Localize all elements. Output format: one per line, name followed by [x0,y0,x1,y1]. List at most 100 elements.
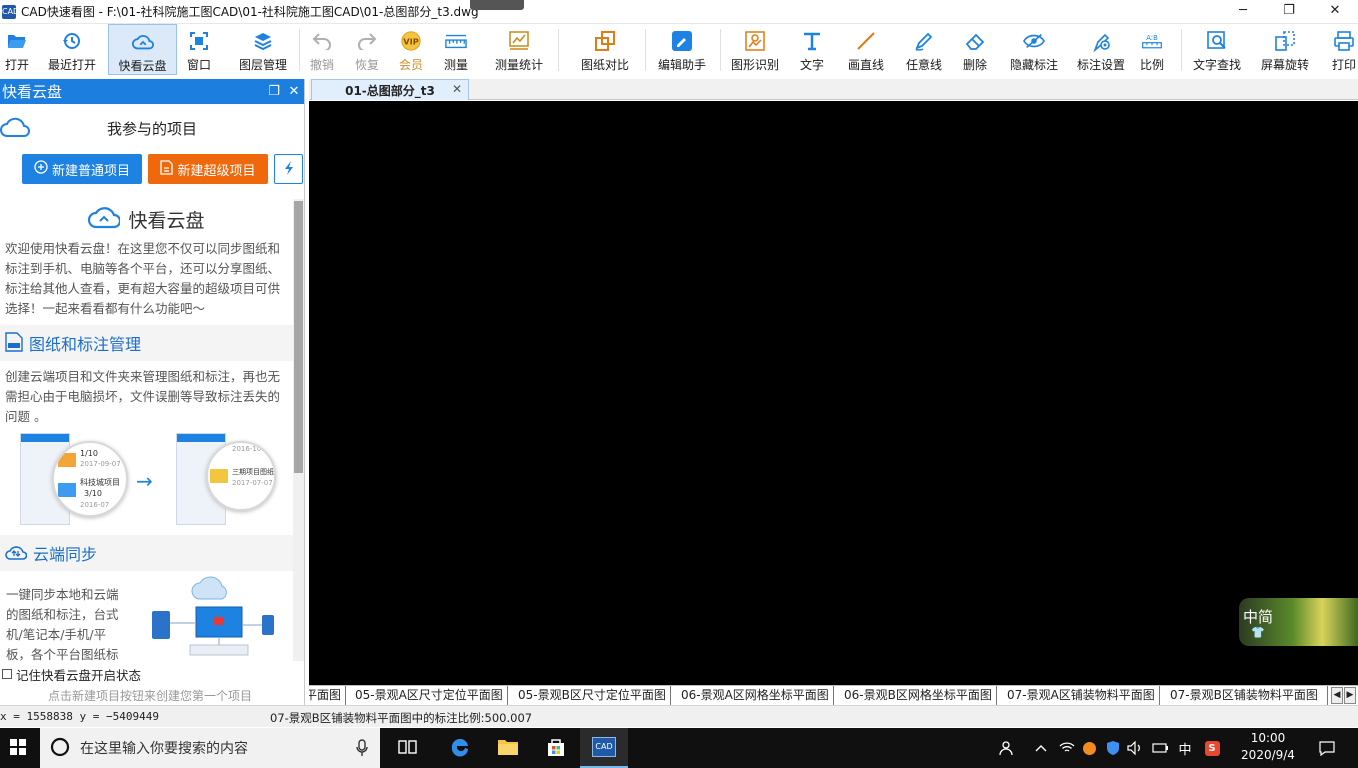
section-drawing-management-header: 图纸和标注管理 [0,325,293,361]
layout-tab[interactable]: 07-景观A区铺装物料平面图 [1003,686,1160,705]
measure-label: 测量 [443,58,468,72]
new-super-project-button[interactable]: 新建超级项目 [148,154,268,184]
hide-annotation-button[interactable]: 隐藏标注 [1003,24,1065,75]
line-icon [855,30,877,52]
ime-language-indicator[interactable]: 中 [1176,728,1194,768]
annotation-settings-button[interactable]: 标注设置 [1071,24,1131,75]
section-cloud-sync-title: 云端同步 [33,545,98,564]
task-view-button[interactable] [384,728,432,768]
scale-button[interactable]: A:B 比例 [1131,24,1173,75]
compare-label: 图纸对比 [580,58,629,72]
vip-button[interactable]: VIP 会员 [390,24,432,75]
panel-float-icon[interactable]: ❐ [264,84,284,99]
layout-tab[interactable]: 05-景观B区尺寸定位平面图 [514,686,671,705]
draw-line-button[interactable]: 画直线 [839,24,893,75]
cortana-circle-icon [50,737,70,760]
taskbar-clock[interactable]: 10:00 2020/9/4 [1228,730,1308,764]
document-icon [160,159,174,179]
layout-tab-active[interactable]: 07-景观B区铺装物料平面图 [1166,686,1328,705]
wifi-icon[interactable] [1058,728,1076,768]
clock-time: 10:00 [1250,731,1286,745]
layout-tab[interactable]: 平面图 [309,686,347,705]
restore-button[interactable]: ❐ [1266,0,1312,24]
panel-scrollbar[interactable] [293,199,304,661]
remember-state-row[interactable]: 记住快看云盘开启状态 [0,664,305,684]
store-button[interactable] [532,728,580,768]
document-tab[interactable]: 01-总图部分_t3 ✕ [311,79,469,100]
layer-manager-button[interactable]: 图层管理 [227,24,299,75]
scale-text: A:B [1146,34,1158,42]
drawing-canvas[interactable] [309,101,1358,685]
minimize-button[interactable]: ─ [1220,0,1266,24]
new-normal-project-button[interactable]: 新建普通项目 [22,154,142,184]
annotation-settings-label: 标注设置 [1076,58,1125,72]
battery-plug-icon[interactable] [1150,728,1172,768]
panel-header: 快看云盘 ❐ ✕ [0,79,304,104]
cad-viewer-taskbar-button[interactable]: CAD [580,728,628,768]
volume-icon[interactable] [1126,728,1144,768]
ime-floating-widget[interactable]: 中简 👕 [1239,598,1358,646]
panel-scrollbar-thumb[interactable] [294,201,303,473]
show-hidden-icons-chevron-icon[interactable] [1032,728,1050,768]
freehand-button[interactable]: 任意线 [897,24,951,75]
cloud-sync-row: 一键同步本地和云端的图纸和标注，台式机/笔记本/手机/平板，各个平台图纸标 [0,571,293,661]
intro-welcome-text: 欢迎使用快看云盘！在这里您不仅可以同步图纸和标注到手机、电脑等各个平台，还可以分… [5,241,281,316]
layers-icon [252,30,274,52]
orange-app-tray-icon[interactable] [1080,728,1098,768]
taskbar-search-box[interactable]: 在这里输入你要搜索的内容 [40,728,380,768]
redo-label: 恢复 [354,58,379,72]
people-icon[interactable] [996,728,1018,768]
ruler-icon [445,30,467,52]
freehand-label: 任意线 [905,58,942,72]
edge-browser-icon [449,736,471,761]
file-explorer-button[interactable] [484,728,532,768]
start-button[interactable] [0,728,36,768]
edit-assistant-button[interactable]: 编辑助手 [650,24,714,75]
remember-state-checkbox[interactable] [2,669,12,679]
text-search-button[interactable]: 文字查找 [1186,24,1248,75]
cloud-sync-icon [5,543,28,564]
compare-icon [594,30,616,52]
measure-stats-button[interactable]: 测量统计 [486,24,552,75]
status-message: 07-景观B区铺装物料平面图中的标注比例:500.007 [270,711,533,725]
redo-button[interactable]: 恢复 [344,24,390,75]
panel-close-icon[interactable]: ✕ [284,84,304,99]
status-bar: x = 1558838 y = −5409449 07-景观B区铺装物料平面图中… [0,705,1358,727]
shape-recognize-button[interactable]: 图形识别 [725,24,785,75]
microphone-icon[interactable] [356,739,368,760]
floating-mini-bar[interactable] [470,0,524,10]
recent-button[interactable]: 最近打开 [36,24,108,75]
layout-prev-icon[interactable]: ◀ [1331,687,1343,704]
print-button[interactable]: 打印 [1324,24,1358,75]
sogou-ime-icon[interactable]: S [1202,728,1222,768]
intro-content[interactable]: 快看云盘 欢迎使用快看云盘！在这里您不仅可以同步图纸和标注到手机、电脑等各个平台… [0,199,293,661]
open-button[interactable]: 打开 [0,24,34,75]
measure-button[interactable]: 测量 [432,24,480,75]
magnifier-left: 1/10 2017-09-07 科技城项目 3/10 2016-07 [52,441,128,517]
vip-icon: VIP [400,30,422,52]
windows-taskbar: 在这里输入你要搜索的内容 CAD 中 S 10:00 2020/9/4 [0,728,1358,768]
text-button[interactable]: 文字 [789,24,835,75]
title-bar: CAD CAD快速看图 - F:\01-社科院施工图CAD\01-社科院施工图C… [0,0,1358,24]
close-button[interactable]: ✕ [1312,0,1358,24]
rotate-screen-button[interactable]: 屏幕旋转 [1254,24,1316,75]
sync-button[interactable] [274,154,303,184]
toolbar-divider [558,29,559,71]
rotate-screen-label: 屏幕旋转 [1260,58,1309,72]
document-tab-close-icon[interactable]: ✕ [452,82,462,96]
layout-next-icon[interactable]: ▶ [1344,687,1356,704]
notification-center-icon[interactable] [1312,728,1342,768]
security-shield-icon[interactable] [1104,728,1122,768]
delete-button[interactable]: 删除 [951,24,999,75]
cloud-drive-button[interactable]: 快看云盘 [108,24,177,75]
undo-button[interactable]: 撤销 [300,24,344,75]
layout-tab[interactable]: 06-景观B区网格坐标平面图 [840,686,997,705]
cad-app-icon: CAD [592,737,616,757]
folder-icon [58,453,76,467]
compare-button[interactable]: 图纸对比 [573,24,637,75]
layout-tab[interactable]: 06-景观A区网格坐标平面图 [677,686,834,705]
edge-browser-button[interactable] [436,728,484,768]
toolbar-divider [1181,29,1182,71]
layout-tab[interactable]: 05-景观A区尺寸定位平面图 [351,686,508,705]
window-menu-button[interactable]: 窗口 [177,24,221,75]
